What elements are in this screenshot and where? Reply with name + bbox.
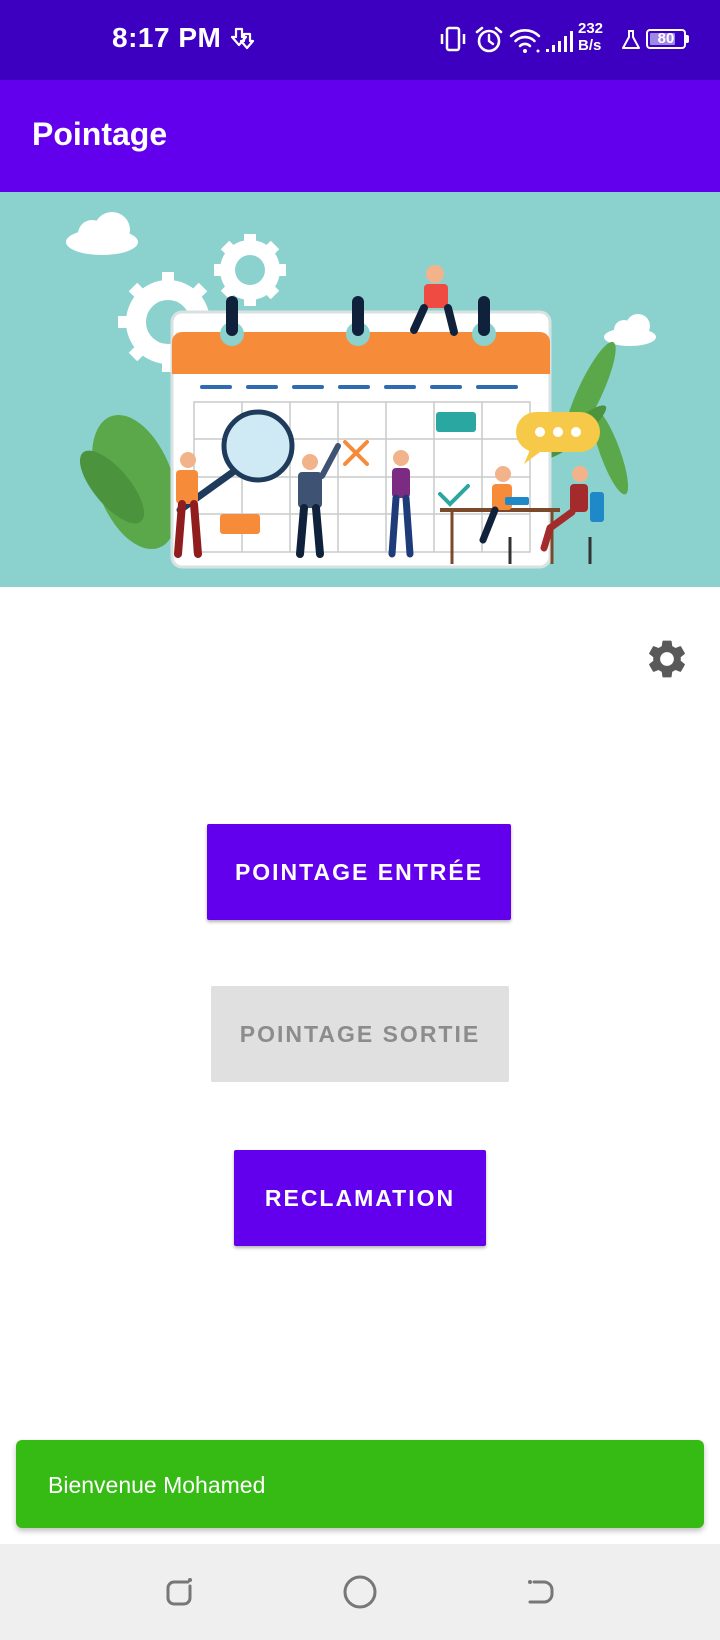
- battery-level: 80: [657, 30, 675, 47]
- calendar-team-illustration: [66, 212, 656, 569]
- vibrate-icon: [440, 26, 466, 52]
- net-speed-value: 232: [578, 20, 604, 37]
- net-speed-indicator: 232 B/s: [578, 20, 603, 54]
- battery-icon: 80: [646, 29, 686, 49]
- recent-apps-icon[interactable]: [158, 1570, 202, 1614]
- back-icon[interactable]: [518, 1570, 562, 1614]
- download-notification-icon: [230, 27, 255, 50]
- status-bar: 8:17 PM 232 B/s 80: [0, 0, 720, 80]
- pointage-sortie-button: POINTAGE SORTIE: [211, 986, 509, 1082]
- alarm-icon: [475, 26, 503, 53]
- gear-icon[interactable]: [644, 636, 690, 682]
- status-time: 8:17 PM: [112, 22, 222, 53]
- net-speed-unit: B/s: [578, 37, 602, 54]
- signal-icon: [546, 31, 573, 52]
- welcome-snackbar: Bienvenue Mohamed: [16, 1440, 704, 1528]
- system-navigation-bar: [0, 1544, 720, 1640]
- pointage-entree-button[interactable]: POINTAGE ENTRÉE: [207, 824, 511, 920]
- battery-tip: [686, 35, 689, 43]
- snackbar-message: Bienvenue Mohamed: [48, 1472, 266, 1498]
- page-title: Pointage: [32, 116, 168, 152]
- wifi-icon: [509, 29, 541, 53]
- flask-icon: [622, 30, 640, 49]
- home-icon[interactable]: [338, 1570, 382, 1614]
- hero-banner: [0, 192, 720, 587]
- reclamation-button[interactable]: RECLAMATION: [234, 1150, 486, 1246]
- app-bar: Pointage: [0, 80, 720, 192]
